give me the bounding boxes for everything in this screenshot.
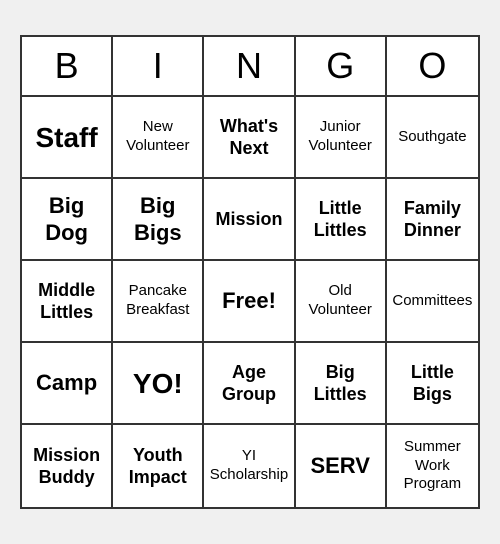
cell-text-22: YIScholarship	[210, 447, 288, 485]
cell-text-14: Committees	[392, 292, 472, 311]
cell-text-10: MiddleLittles	[38, 279, 95, 324]
bingo-cell-18: BigLittles	[296, 343, 387, 425]
cell-text-4: Southgate	[398, 128, 466, 147]
bingo-cell-14: Committees	[387, 261, 478, 343]
bingo-letter-i: I	[113, 37, 204, 95]
bingo-cell-15: Camp	[22, 343, 113, 425]
bingo-cell-8: LittleLittles	[296, 179, 387, 261]
bingo-cell-16: YO!	[113, 343, 204, 425]
bingo-cell-2: What'sNext	[204, 97, 295, 179]
cell-text-17: AgeGroup	[222, 361, 276, 406]
bingo-cell-13: OldVolunteer	[296, 261, 387, 343]
cell-text-15: Camp	[36, 369, 97, 397]
bingo-cell-17: AgeGroup	[204, 343, 295, 425]
cell-text-11: PancakeBreakfast	[126, 282, 189, 320]
bingo-cell-4: Southgate	[387, 97, 478, 179]
cell-text-23: SERV	[310, 452, 370, 480]
bingo-cell-20: MissionBuddy	[22, 425, 113, 507]
cell-text-5: BigDog	[45, 192, 88, 247]
bingo-letter-b: B	[22, 37, 113, 95]
cell-text-8: LittleLittles	[314, 197, 367, 242]
bingo-cell-19: LittleBigs	[387, 343, 478, 425]
bingo-cell-7: Mission	[204, 179, 295, 261]
cell-text-13: OldVolunteer	[309, 282, 372, 320]
bingo-cell-11: PancakeBreakfast	[113, 261, 204, 343]
bingo-cell-23: SERV	[296, 425, 387, 507]
bingo-letter-o: O	[387, 37, 478, 95]
cell-text-16: YO!	[133, 366, 183, 401]
bingo-cell-21: YouthImpact	[113, 425, 204, 507]
bingo-letter-n: N	[204, 37, 295, 95]
bingo-letter-g: G	[296, 37, 387, 95]
cell-text-3: JuniorVolunteer	[309, 118, 372, 156]
bingo-cell-10: MiddleLittles	[22, 261, 113, 343]
bingo-cell-0: Staff	[22, 97, 113, 179]
bingo-grid: Staff NewVolunteer What'sNext JuniorVolunte…	[22, 97, 478, 507]
bingo-cell-12: Free!	[204, 261, 295, 343]
cell-text-20: MissionBuddy	[33, 444, 100, 489]
bingo-card: BINGO Staff NewVolunteer What'sNext JuniorV…	[20, 35, 480, 509]
cell-text-21: YouthImpact	[129, 444, 187, 489]
cell-text-9: FamilyDinner	[404, 197, 461, 242]
bingo-cell-3: JuniorVolunteer	[296, 97, 387, 179]
bingo-cell-1: NewVolunteer	[113, 97, 204, 179]
cell-text-24: SummerWorkProgram	[404, 438, 462, 494]
bingo-cell-9: FamilyDinner	[387, 179, 478, 261]
bingo-cell-22: YIScholarship	[204, 425, 295, 507]
cell-text-1: NewVolunteer	[126, 118, 189, 156]
bingo-cell-5: BigDog	[22, 179, 113, 261]
bingo-cell-24: SummerWorkProgram	[387, 425, 478, 507]
bingo-header: BINGO	[22, 37, 478, 97]
cell-text-19: LittleBigs	[411, 361, 454, 406]
cell-text-18: BigLittles	[314, 361, 367, 406]
cell-text-6: BigBigs	[134, 192, 182, 247]
cell-text-2: What'sNext	[220, 115, 278, 160]
bingo-cell-6: BigBigs	[113, 179, 204, 261]
cell-text-12: Free!	[222, 287, 276, 315]
cell-text-0: Staff	[35, 120, 97, 155]
cell-text-7: Mission	[215, 208, 282, 231]
